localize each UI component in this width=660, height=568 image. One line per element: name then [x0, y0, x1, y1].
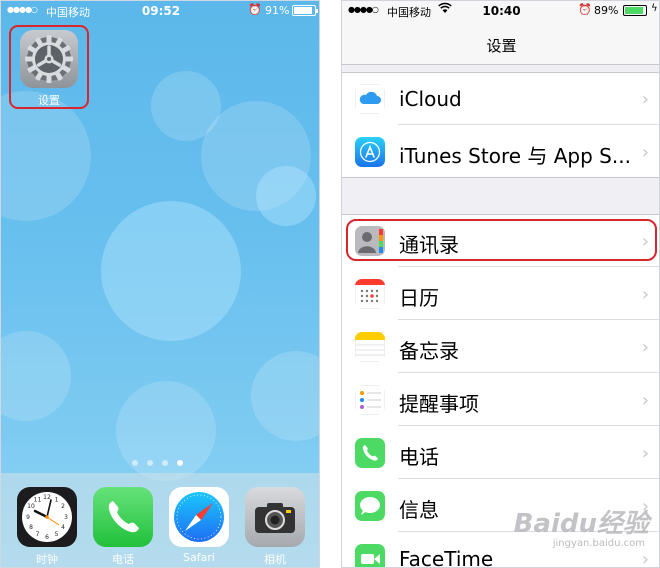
alarm-icon: ⏰: [248, 3, 262, 16]
page-dot: [162, 460, 168, 466]
row-separator: [398, 266, 659, 267]
watermark-url: jingyan.baidu.com: [552, 538, 645, 549]
row-label: 信息: [399, 498, 439, 522]
svg-text:10: 10: [27, 503, 35, 510]
calendar-icon: [355, 279, 385, 309]
clock-icon: 12 1 2 345 678 9 10 11: [17, 487, 77, 547]
svg-text:11: 11: [34, 497, 42, 504]
icloud-icon: [355, 84, 385, 114]
wallpaper-bokeh: [101, 201, 241, 341]
battery-fill: [625, 7, 643, 14]
chevron-right-icon: ›: [641, 89, 649, 110]
status-bar: ●●●●○ 中国移动 09:52 ⏰ 91%: [1, 1, 319, 21]
dock-label: 相机: [264, 553, 286, 566]
svg-text:7: 7: [36, 531, 40, 538]
page-dot: [132, 460, 138, 466]
messages-icon: [355, 491, 385, 521]
settings-group-account: iCloud › iTunes Store 与 App S... ›: [342, 72, 659, 178]
svg-text:4: 4: [61, 524, 65, 531]
battery-icon: [292, 5, 318, 16]
svg-text:5: 5: [55, 531, 59, 538]
settings-row-icloud[interactable]: iCloud ›: [342, 73, 659, 125]
home-screen: ●●●●○ 中国移动 09:52 ⏰ 91% 设置 12 1 2 3 4 5 6…: [0, 0, 320, 568]
page-dot-active: [177, 460, 183, 466]
alarm-icon: ⏰: [578, 3, 592, 16]
page-title: 设置: [486, 37, 517, 55]
phone-icon: [93, 487, 153, 547]
svg-text:3: 3: [64, 514, 68, 521]
svg-text:6: 6: [45, 534, 49, 541]
settings-screen: ●●●●○ 中国移动 10:40 ⏰ 89% ϟ 设置 iCloud › iTu…: [341, 0, 660, 568]
svg-text:12: 12: [43, 494, 51, 501]
row-label: iTunes Store 与 App S...: [399, 144, 631, 168]
dock: 12 1 2 345 678 9 10 11 时钟 电话 Safari 相机: [1, 473, 319, 567]
svg-text:2: 2: [61, 503, 65, 510]
charging-icon: ϟ: [651, 3, 658, 14]
row-separator: [398, 319, 659, 320]
chevron-right-icon: ›: [641, 549, 649, 568]
chevron-right-icon: ›: [641, 443, 649, 464]
status-bar: ●●●●○ 中国移动 10:40 ⏰ 89% ϟ: [342, 1, 659, 21]
row-separator: [398, 425, 659, 426]
row-label: 日历: [399, 286, 439, 310]
row-label: iCloud: [399, 87, 462, 111]
camera-icon: [245, 487, 305, 547]
settings-app-label: 设置: [38, 94, 60, 107]
row-label: FaceTime: [399, 547, 494, 568]
safari-icon: [169, 487, 229, 547]
reminders-icon: [355, 385, 385, 415]
row-label: 提醒事项: [399, 392, 479, 416]
settings-row-calendar[interactable]: 日历 ›: [342, 268, 659, 320]
chevron-right-icon: ›: [641, 284, 649, 305]
row-separator: [398, 478, 659, 479]
dock-label: 电话: [112, 553, 134, 566]
wallpaper-bokeh: [256, 166, 316, 226]
wallpaper-bokeh: [1, 91, 91, 221]
row-label: 电话: [399, 445, 439, 469]
settings-row-phone[interactable]: 电话 ›: [342, 427, 659, 479]
page-dot: [147, 460, 153, 466]
settings-row-itunes-app-store[interactable]: iTunes Store 与 App S... ›: [342, 126, 659, 178]
contacts-highlight: [346, 219, 657, 261]
battery-fill: [294, 7, 313, 14]
settings-row-notes[interactable]: 备忘录 ›: [342, 321, 659, 373]
wallpaper-bokeh: [251, 351, 319, 441]
svg-text:1: 1: [55, 497, 59, 504]
svg-text:9: 9: [26, 514, 30, 521]
phone-icon: [355, 438, 385, 468]
battery-icon: [623, 5, 649, 16]
navigation-bar: ●●●●○ 中国移动 10:40 ⏰ 89% ϟ 设置: [342, 1, 659, 65]
notes-icon: [355, 332, 385, 362]
chevron-right-icon: ›: [641, 390, 649, 411]
app-store-icon: [355, 137, 385, 167]
chevron-right-icon: ›: [641, 142, 649, 163]
row-separator: [398, 372, 659, 373]
settings-row-reminders[interactable]: 提醒事项 ›: [342, 374, 659, 426]
page-indicator[interactable]: [132, 460, 192, 468]
svg-text:8: 8: [29, 524, 33, 531]
settings-gear-icon: [20, 30, 78, 88]
dock-label: 时钟: [36, 553, 58, 566]
facetime-icon: [355, 544, 385, 567]
row-separator: [398, 124, 659, 125]
settings-app[interactable]: 设置: [9, 25, 89, 109]
wallpaper-bokeh: [1, 331, 71, 421]
watermark-logo: Baidu经验: [513, 509, 649, 539]
battery-percent: 89%: [594, 4, 619, 17]
row-label: 备忘录: [399, 339, 459, 363]
chevron-right-icon: ›: [641, 337, 649, 358]
battery-percent: 91%: [265, 4, 290, 17]
dock-label: Safari: [183, 551, 215, 564]
